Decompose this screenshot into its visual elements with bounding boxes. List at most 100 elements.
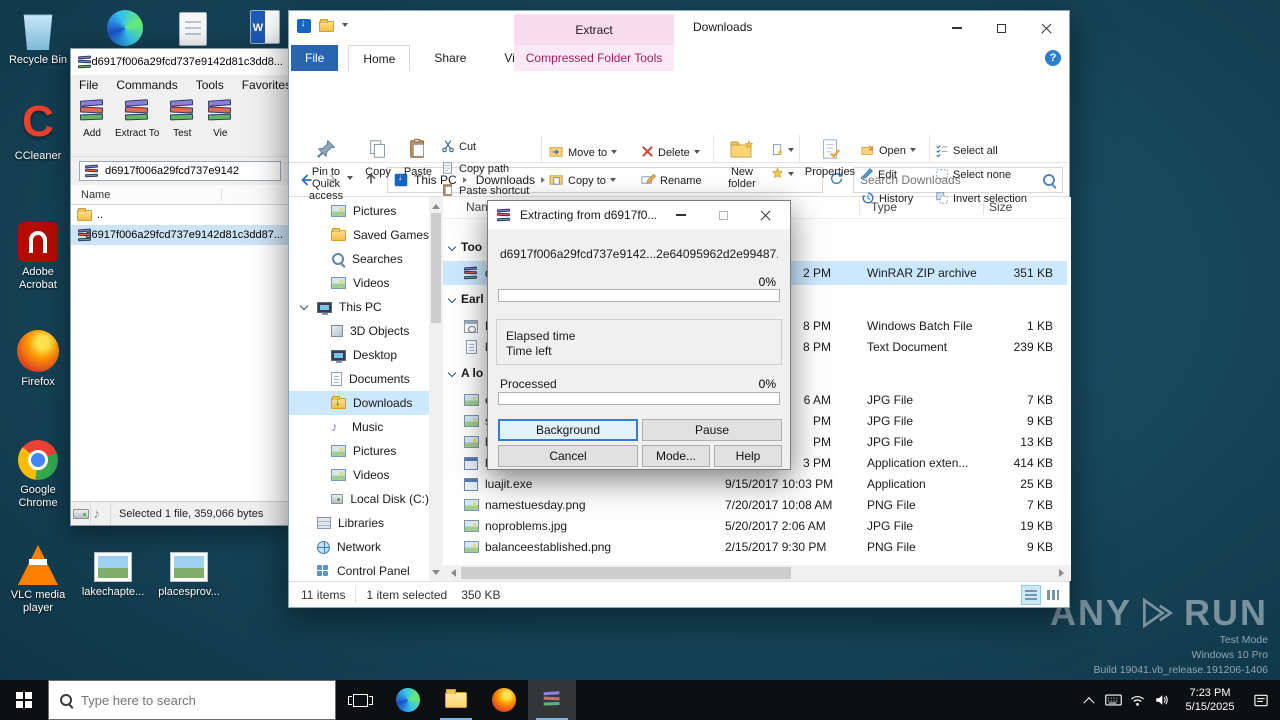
new-folder-button[interactable]: New folder — [717, 135, 767, 190]
cut-button[interactable]: Cut — [441, 137, 476, 157]
cancel-button[interactable]: Cancel — [498, 445, 638, 467]
maximize-button[interactable] — [979, 11, 1024, 45]
winrar-column-header[interactable]: Name — [71, 185, 289, 205]
help-button[interactable]: Help — [714, 445, 782, 467]
taskbar-edge-button[interactable] — [384, 680, 432, 720]
scroll-left-button[interactable] — [443, 565, 459, 581]
dialog-titlebar[interactable]: Extracting from d6917f0... — [488, 201, 790, 229]
downloads-mini-icon[interactable] — [297, 19, 311, 33]
properties-button[interactable]: Properties — [803, 135, 857, 178]
sidebar-item-saved-games[interactable]: Saved Games — [289, 223, 429, 247]
copy-button[interactable]: Copy — [359, 135, 397, 178]
group-header[interactable]: Too — [449, 237, 482, 257]
sidebar-item-videos[interactable]: Videos — [289, 271, 429, 295]
tab-home[interactable]: Home — [348, 45, 410, 71]
easy-access-button[interactable] — [771, 165, 794, 185]
search-icon[interactable] — [1042, 173, 1056, 187]
taskbar-explorer-button[interactable] — [432, 680, 480, 720]
edit-button[interactable]: Edit — [861, 165, 897, 185]
menu-tools[interactable]: Tools — [196, 78, 224, 92]
volume-button[interactable] — [1149, 680, 1173, 720]
desktop-icon-file[interactable] — [160, 12, 226, 46]
menu-favorites[interactable]: Favorites — [242, 78, 290, 92]
horizontal-scrollbar[interactable] — [443, 565, 1071, 581]
mode-button[interactable]: Mode... — [642, 445, 710, 467]
group-header[interactable]: A lo — [449, 363, 483, 383]
sidebar-item-music[interactable]: Music — [289, 415, 429, 439]
sidebar-item-control-panel[interactable]: Control Panel — [289, 559, 429, 581]
dialog-close-button[interactable] — [748, 204, 782, 226]
scroll-down-button[interactable] — [429, 567, 443, 581]
file-row[interactable]: luajit.exe 9/15/2017 10:03 PM Applicatio… — [443, 473, 1067, 495]
sidebar-item-3d-objects[interactable]: 3D Objects — [289, 319, 429, 343]
sidebar-item-documents[interactable]: Documents — [289, 367, 429, 391]
breadcrumb-separator-icon[interactable] — [541, 177, 548, 183]
sidebar-item-videos-2[interactable]: Videos — [289, 463, 429, 487]
dialog-maximize-button[interactable] — [706, 204, 740, 226]
desktop-icon-placesprov[interactable]: placesprov... — [156, 552, 222, 599]
menu-file[interactable]: File — [79, 78, 98, 92]
add-button[interactable]: Add — [77, 97, 107, 154]
delete-button[interactable]: Delete — [641, 143, 700, 163]
test-button[interactable]: Test — [167, 97, 197, 154]
select-all-button[interactable]: Select all — [935, 141, 998, 161]
winrar-titlebar[interactable]: d6917f006a29fcd737e9142d81c3dd8... — [71, 49, 289, 75]
sidebar-item-downloads[interactable]: Downloads — [289, 391, 429, 415]
taskbar-search-input[interactable] — [81, 693, 325, 708]
scrollbar-thumb[interactable] — [431, 213, 441, 323]
explorer-titlebar[interactable]: Extract Downloads — [289, 11, 1069, 45]
extract-to-button[interactable]: Extract To — [115, 97, 159, 154]
move-to-button[interactable]: Move to — [549, 143, 617, 163]
desktop-icon-google-chrome[interactable]: Google Chrome — [5, 440, 71, 510]
folder-mini-icon[interactable] — [319, 21, 334, 32]
taskbar-clock[interactable]: 7:23 PM 5/15/2025 — [1173, 686, 1247, 714]
file-row[interactable]: balanceestablished.png 2/15/2017 9:30 PM… — [443, 536, 1067, 558]
group-header[interactable]: Earl — [449, 289, 484, 309]
start-button[interactable] — [0, 680, 48, 720]
background-button[interactable]: Background — [498, 419, 638, 441]
sidebar-item-this-pc[interactable]: This PC — [289, 295, 429, 319]
sidebar-item-libraries[interactable]: Libraries — [289, 511, 429, 535]
pin-to-quick-access-button[interactable]: Pin to Quick access — [297, 135, 355, 202]
help-button[interactable]: ? — [1045, 50, 1061, 66]
pause-button[interactable]: Pause — [642, 419, 782, 441]
file-row[interactable]: namestuesday.png 7/20/2017 10:08 AM PNG … — [443, 494, 1067, 516]
sidebar-item-desktop[interactable]: Desktop — [289, 343, 429, 367]
sidebar-item-pictures-2[interactable]: Pictures — [289, 439, 429, 463]
view-button[interactable]: Vie — [205, 97, 235, 154]
winrar-address-field[interactable]: d6917f006a29fcd737e9142 — [79, 161, 281, 181]
task-view-button[interactable] — [336, 680, 384, 720]
taskbar-winrar-button[interactable] — [528, 680, 576, 720]
desktop-icon-vlc[interactable]: VLC media player — [5, 545, 71, 615]
desktop-icon-firefox[interactable]: Firefox — [5, 330, 71, 389]
rename-button[interactable]: Rename — [641, 171, 702, 191]
minimize-button[interactable] — [934, 11, 979, 45]
key-icon[interactable] — [91, 502, 111, 525]
desktop-icon-adobe-acrobat[interactable]: Adobe Acrobat — [5, 222, 71, 292]
taskbar-firefox-button[interactable] — [480, 680, 528, 720]
select-none-button[interactable]: Select none — [935, 165, 1011, 185]
contextual-group-header[interactable]: Compressed Folder Tools — [514, 45, 674, 71]
disk-icon[interactable] — [71, 502, 91, 525]
new-item-button[interactable] — [771, 141, 794, 161]
large-icons-view-button[interactable] — [1043, 585, 1063, 605]
sidebar-item-searches[interactable]: Searches — [289, 247, 429, 271]
expand-chevron-icon[interactable] — [300, 302, 308, 310]
file-row[interactable]: noproblems.jpg 5/20/2017 2:06 AM JPG Fil… — [443, 515, 1067, 537]
copy-to-button[interactable]: Copy to — [549, 171, 616, 191]
open-button[interactable]: Open — [861, 141, 916, 161]
sidebar-item-local-disk-c[interactable]: Local Disk (C:) — [289, 487, 429, 511]
dialog-minimize-button[interactable] — [664, 204, 698, 226]
contextual-tab-extract[interactable]: Extract — [514, 14, 674, 45]
desktop-icon-lakechapter[interactable]: lakechapte... — [80, 552, 146, 599]
desktop-icon-recycle-bin[interactable]: Recycle Bin — [5, 10, 71, 67]
scrollbar-thumb[interactable] — [461, 567, 791, 579]
scroll-right-button[interactable] — [1055, 565, 1071, 581]
paste-button[interactable]: Paste — [399, 135, 437, 178]
history-button[interactable]: History — [861, 189, 913, 209]
sidebar-item-pictures[interactable]: Pictures — [289, 199, 429, 223]
desktop-icon-edge[interactable] — [92, 10, 158, 46]
sidebar-scrollbar[interactable] — [429, 197, 443, 581]
copy-path-button[interactable]: Copy path — [441, 159, 509, 179]
sidebar-item-network[interactable]: Network — [289, 535, 429, 559]
